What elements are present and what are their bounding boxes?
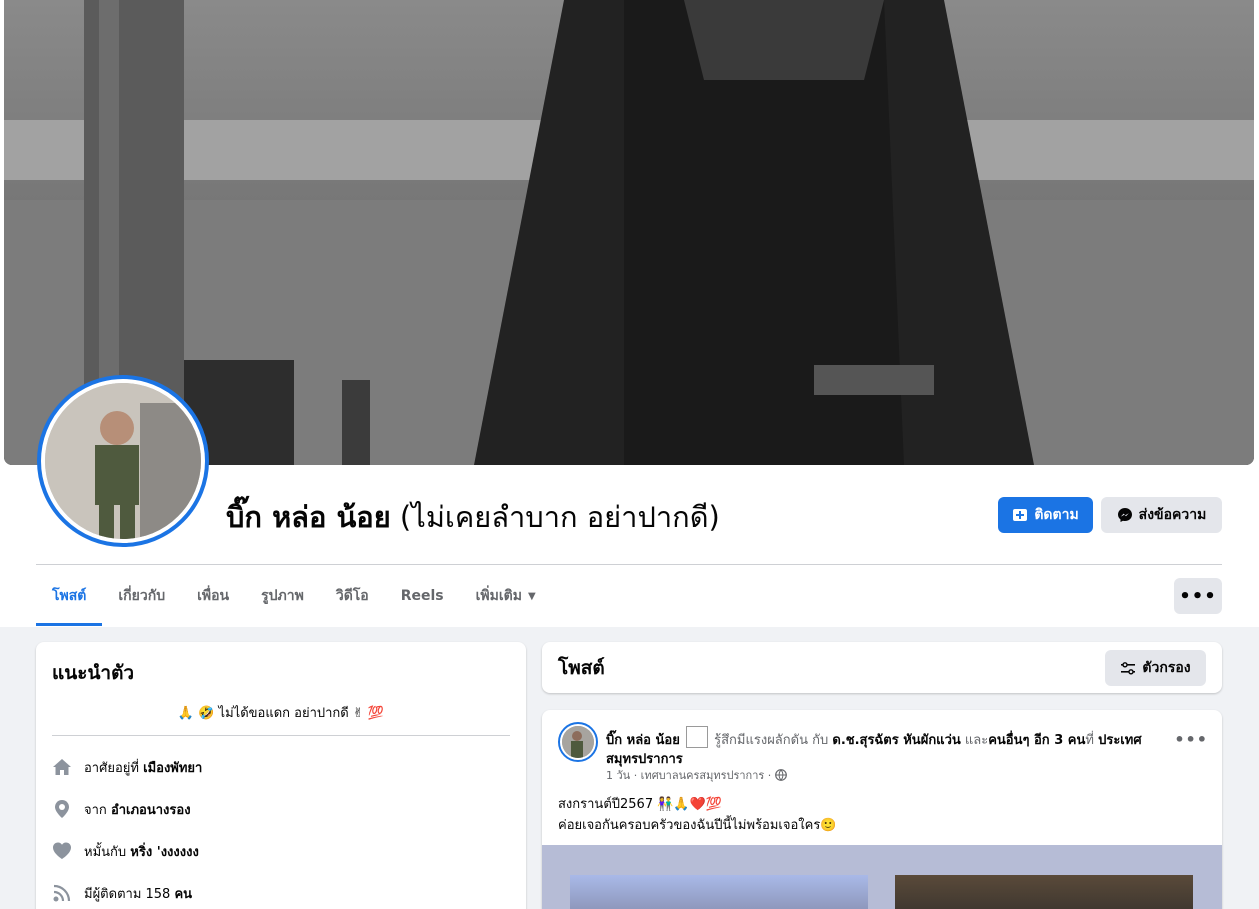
intro-value[interactable]: เมืองพัทยา [143, 761, 202, 776]
post-photo-2[interactable] [895, 875, 1193, 909]
caret-down-icon: ▼ [527, 590, 536, 602]
profile-tabs: โพสต์ เกี่ยวกับ เพื่อน รูปภาพ วิดีโอ Ree… [36, 566, 552, 626]
header-divider [36, 564, 1222, 565]
home-icon [52, 757, 72, 777]
tab-posts[interactable]: โพสต์ [36, 566, 103, 626]
intro-row-followers: มีผู้ติดตาม 158 คน [52, 872, 510, 909]
posts-header-card: โพสต์ ตัวกรอง [542, 642, 1222, 693]
follow-button[interactable]: ติดตาม [998, 497, 1093, 533]
tab-label: เพื่อน [197, 588, 230, 604]
post-others-link[interactable]: คนอื่นๆ อีก 3 คน [988, 733, 1085, 748]
post-timestamp[interactable]: 1 วัน · เทศบาลนครสมุทรปราการ · [606, 766, 771, 784]
post-card: บิ๊ก หล่อ น้อย รู้สึกมีแรงผลักดัน กับ ด.… [542, 710, 1222, 909]
post-title: บิ๊ก หล่อ น้อย รู้สึกมีแรงผลักดัน กับ ด.… [606, 726, 1166, 769]
post-meta: 1 วัน · เทศบาลนครสมุทรปราการ · [606, 766, 788, 784]
post-author-name[interactable]: บิ๊ก หล่อ น้อย [606, 733, 680, 748]
messenger-icon [1117, 508, 1132, 522]
tab-label: โพสต์ [52, 588, 87, 604]
follow-plus-icon [1013, 509, 1028, 521]
profile-avatar[interactable] [37, 375, 209, 547]
posts-title: โพสต์ [558, 656, 605, 679]
filter-sliders-icon [1121, 661, 1136, 675]
tab-reels[interactable]: Reels [385, 566, 460, 626]
profile-alt-name: (ไม่เคยลำบาก อย่าปากดี) [399, 500, 720, 534]
post-and: และ [964, 733, 989, 748]
intro-prefix: จาก [84, 802, 107, 818]
globe-icon [775, 769, 788, 781]
tab-friends[interactable]: เพื่อน [181, 566, 245, 626]
post-media [542, 845, 1222, 909]
tab-label: วิดีโอ [335, 588, 369, 604]
post-body: สงกรานต์ปี2567 👫🙏❤️💯 ค่อยเจอกันครอบครัวข… [558, 794, 837, 836]
follow-label: ติดตาม [1034, 507, 1079, 523]
intro-row-from: จาก อำเภอนางรอง [52, 788, 510, 830]
cover-photo[interactable] [4, 0, 1254, 465]
message-button[interactable]: ส่งข้อความ [1101, 497, 1222, 533]
intro-value[interactable]: หริ่ง 'งงงงงง [130, 845, 199, 860]
intro-prefix: หมั้นกับ [84, 844, 127, 860]
post-photo-1[interactable] [570, 875, 868, 909]
intro-title: แนะนำตัว [52, 662, 135, 684]
post-line-2: ค่อยเจอกันครอบครัวของฉันปีนี้ไม่พร้อมเจอ… [558, 818, 837, 833]
tab-label: Reels [400, 588, 444, 604]
tab-videos[interactable]: วิดีโอ [320, 566, 385, 626]
tab-photos[interactable]: รูปภาพ [245, 566, 320, 626]
intro-row-lives-in: อาศัยอยู่ที่ เมืองพัทยา [52, 746, 510, 788]
followers-icon [52, 883, 72, 903]
post-feeling: รู้สึกมีแรงผลักดัน กับ [714, 733, 829, 748]
more-dots-icon: ••• [1179, 585, 1217, 607]
tab-label: เพิ่มเติม [475, 588, 522, 604]
feeling-image-icon [685, 726, 708, 748]
message-label: ส่งข้อความ [1138, 507, 1207, 523]
post-options-button[interactable]: ••• [1174, 730, 1208, 749]
tab-about[interactable]: เกี่ยวกับ [102, 566, 181, 626]
intro-prefix: มีผู้ติดตาม 158 [84, 886, 171, 902]
tab-label: เกี่ยวกับ [118, 588, 166, 604]
profile-header: บิ๊ก หล่อ น้อย (ไม่เคยลำบาก อย่าปากดี) ต… [0, 0, 1259, 627]
intro-row-engaged: หมั้นกับ หริ่ง 'งงงงงง [52, 830, 510, 872]
post-at: ที่ [1085, 733, 1094, 748]
post-tagged-person[interactable]: ด.ช.สุรฉัตร หันผักแว่น [832, 733, 960, 748]
tab-label: รูปภาพ [261, 588, 304, 604]
filter-button[interactable]: ตัวกรอง [1105, 649, 1206, 686]
intro-value[interactable]: อำเภอนางรอง [111, 803, 191, 818]
tab-more[interactable]: เพิ่มเติม ▼ [460, 566, 552, 626]
profile-main-name: บิ๊ก หล่อ น้อย [226, 500, 391, 534]
heart-icon [52, 841, 72, 861]
post-author-avatar[interactable] [558, 722, 598, 762]
location-pin-icon [52, 799, 72, 819]
profile-more-button[interactable]: ••• [1174, 578, 1222, 614]
intro-value: คน [174, 886, 193, 902]
profile-name: บิ๊ก หล่อ น้อย (ไม่เคยลำบาก อย่าปากดี) [226, 498, 720, 536]
intro-card: แนะนำตัว 🙏 🤣 ไม่ได้ขอแดก อย่าปากดี ✌ 💯 อ… [36, 642, 526, 909]
post-line-1: สงกรานต์ปี2567 👫🙏❤️💯 [558, 797, 722, 812]
filter-label: ตัวกรอง [1142, 659, 1191, 676]
intro-bio: 🙏 🤣 ไม่ได้ขอแดก อย่าปากดี ✌ 💯 [52, 702, 510, 736]
intro-prefix: อาศัยอยู่ที่ [84, 760, 139, 776]
